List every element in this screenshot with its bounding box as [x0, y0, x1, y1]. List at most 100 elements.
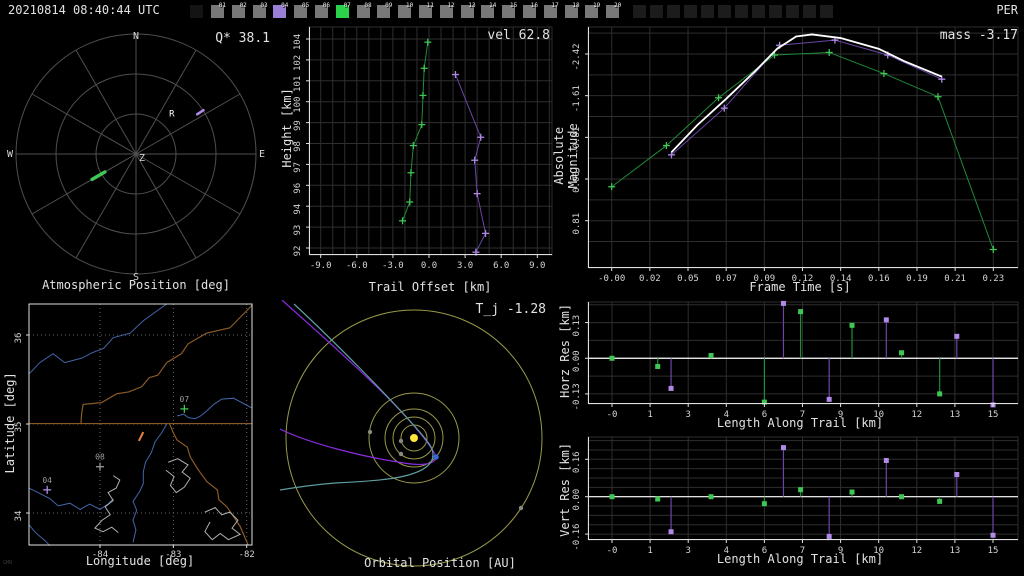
- svg-text:0.00: 0.00: [572, 350, 582, 372]
- svg-text:0.0: 0.0: [421, 261, 437, 271]
- frame-box-08[interactable]: 08: [356, 2, 372, 18]
- frame-box-number: 14: [489, 2, 497, 9]
- frame-box-10[interactable]: 10: [398, 2, 413, 18]
- frame-box-empty: [684, 5, 697, 18]
- planet-mars: [367, 429, 373, 435]
- svg-text:-82: -82: [239, 550, 255, 560]
- orbital-position-plot: [280, 300, 543, 567]
- magnitude-plot: -0.00 0.02 0.05 0.07 0.09 0.12 0.14 0.16 0.19 0.2…: [572, 26, 1019, 284]
- frame-box-14[interactable]: 14: [481, 2, 497, 18]
- svg-text:15: 15: [988, 410, 999, 420]
- frame-box-empty: [803, 5, 816, 18]
- vert-res-xaxis-label: Length Along Trail [km]: [716, 552, 884, 566]
- frame-box-number: 17: [551, 2, 559, 9]
- frame-box-15[interactable]: 15: [502, 2, 517, 18]
- frame-box-number: 04: [281, 2, 289, 9]
- frame-box-13[interactable]: 13: [460, 2, 476, 18]
- svg-text:3.0: 3.0: [457, 261, 473, 271]
- frame-box-number: 07: [343, 2, 351, 9]
- svg-text:0.02: 0.02: [639, 274, 661, 284]
- svg-text:0.13: 0.13: [572, 315, 582, 337]
- svg-text:R: R: [169, 109, 175, 119]
- frame-box-04[interactable]: 04: [273, 2, 289, 18]
- svg-text:12: 12: [911, 410, 922, 420]
- frame-box-number: 08: [364, 2, 372, 9]
- frame-box-16[interactable]: 16: [523, 2, 538, 18]
- svg-text:0.19: 0.19: [906, 274, 928, 284]
- frame-box-number: 05: [301, 2, 310, 9]
- svg-text:-3.0: -3.0: [382, 261, 404, 271]
- station-marker-04: 04: [42, 476, 52, 494]
- svg-text:0.05: 0.05: [677, 274, 699, 284]
- frame-box-19[interactable]: 19: [585, 2, 600, 18]
- frame-box-number: 01: [218, 2, 226, 9]
- meteor-trajectory-viewer: 20210814 08:40:44 UTC 01 02 03 04 05 06 07 08 09…: [0, 0, 1024, 576]
- frame-box-number: 09: [385, 2, 393, 9]
- frame-box-18[interactable]: 18: [564, 2, 580, 18]
- orbit-plot-title: Orbital Position [AU]: [364, 556, 516, 570]
- vert-res-yaxis-label: Vert Res [km]: [558, 442, 573, 537]
- frame-box-09[interactable]: 09: [377, 2, 393, 18]
- svg-text:1: 1: [647, 410, 652, 420]
- svg-text:1: 1: [647, 546, 652, 556]
- station-marker-08: 08: [95, 453, 105, 471]
- frame-box-empty: [667, 5, 680, 18]
- svg-text:04: 04: [42, 476, 52, 485]
- frame-box-number: 16: [530, 2, 538, 9]
- svg-text:-0.16: -0.16: [572, 524, 582, 551]
- map-xaxis-label: Longitude [deg]: [85, 554, 195, 568]
- frame-box-20[interactable]: 20: [606, 2, 621, 18]
- frame-box-17[interactable]: 17: [543, 2, 559, 18]
- frame-box-empty: [752, 5, 765, 18]
- frame-box-03[interactable]: 03: [252, 2, 268, 18]
- frame-box-01[interactable]: 01: [211, 2, 226, 18]
- frame-box-empty: [650, 5, 663, 18]
- mass-annotation: mass -3.17: [939, 28, 1018, 43]
- svg-text:9.0: 9.0: [529, 261, 545, 271]
- trail-xaxis-label: Trail Offset [km]: [368, 280, 492, 294]
- svg-text:W: W: [7, 149, 14, 160]
- atmospheric-position-plot: RNESW Z: [7, 31, 265, 283]
- frame-box-05[interactable]: 05: [294, 2, 310, 18]
- svg-text:12: 12: [911, 546, 922, 556]
- svg-text:-6.0: -6.0: [346, 261, 368, 271]
- svg-text:0.00: 0.00: [572, 489, 582, 511]
- magnitude-yaxis-label: Absolute Magnitude: [552, 123, 580, 189]
- svg-text:-0: -0: [607, 410, 618, 420]
- frame-box-06[interactable]: 06: [315, 2, 330, 18]
- planet-mercury: [398, 438, 404, 444]
- svg-text:E: E: [259, 149, 265, 160]
- sun: [410, 434, 418, 442]
- ground-map-plot: 040708-84 -83 -82363534: [14, 303, 255, 560]
- horz-res-yaxis-label: Horz Res [km]: [558, 303, 573, 398]
- frame-box-number: 11: [426, 2, 434, 9]
- trajectory-solution-07: [280, 303, 434, 491]
- frame-box-07[interactable]: 07: [335, 2, 351, 18]
- svg-text:N: N: [133, 31, 139, 42]
- svg-text:94: 94: [293, 204, 303, 215]
- planet-venus: [398, 451, 404, 457]
- svg-text:0.16: 0.16: [572, 451, 582, 473]
- trail-yaxis-label: Height [km]: [280, 88, 295, 168]
- svg-text:13: 13: [949, 410, 960, 420]
- frame-box-empty: [769, 5, 782, 18]
- station-marker-07: 07: [180, 395, 189, 413]
- svg-text:34: 34: [14, 511, 24, 522]
- velocity-annotation: vel 62.8: [487, 28, 550, 43]
- svg-text:6.0: 6.0: [493, 261, 509, 271]
- svg-text:93: 93: [293, 225, 303, 236]
- frame-box-number: 12: [447, 2, 455, 9]
- svg-text:08: 08: [95, 453, 105, 462]
- svg-text:13: 13: [949, 546, 960, 556]
- frame-box-empty: [701, 5, 714, 18]
- frame-box-empty: [786, 5, 799, 18]
- frame-strip: 01 02 03 04 05 06 07 08 09 10 11 12 13 14 15 16 17 18 19 20: [190, 2, 850, 21]
- frame-box-02[interactable]: 02: [231, 2, 247, 18]
- frame-box-12[interactable]: 12: [439, 2, 455, 18]
- svg-text:-0.13: -0.13: [572, 383, 582, 410]
- trail-offset-plot: -9.0 -6.0 -3.0 0.0 3.0 6.0 9.01041021011009998…: [293, 26, 553, 271]
- frame-box-11[interactable]: 11: [419, 2, 434, 18]
- svg-text:15: 15: [988, 546, 999, 556]
- frame-box-number: 06: [322, 2, 330, 9]
- q-value-annotation: Q* 38.1: [215, 31, 270, 46]
